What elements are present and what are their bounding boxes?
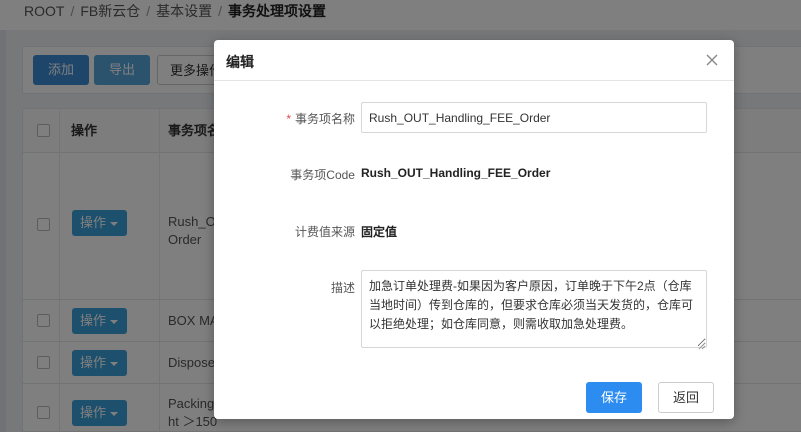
save-button[interactable]: 保存 <box>586 382 642 413</box>
code-value: Rush_OUT_Handling_FEE_Order <box>361 166 551 180</box>
close-icon[interactable] <box>704 52 720 68</box>
source-field-label: 计费值来源 <box>294 225 355 239</box>
code-field-label: 事务项Code <box>290 168 355 182</box>
description-field-label: 描述 <box>330 281 355 295</box>
source-value: 固定值 <box>361 225 398 239</box>
dialog-header: 编辑 <box>214 40 734 81</box>
dialog-title: 编辑 <box>226 54 254 70</box>
description-textarea[interactable]: 加急订单处理费-如果因为客户原因，订单晚于下午2点（仓库当地时间）传到仓库的，但… <box>361 270 707 348</box>
edit-dialog: 编辑 *事务项名称 事务项Code Rush_OUT_Handling_FEE_… <box>214 40 734 419</box>
name-field-label-text: 事务项名称 <box>294 112 355 126</box>
back-button[interactable]: 返回 <box>658 382 714 413</box>
required-mark: * <box>286 112 291 126</box>
resize-grip-icon[interactable] <box>698 339 706 350</box>
name-field-label: * 事务项名称 <box>286 110 355 127</box>
name-input[interactable] <box>361 102 707 133</box>
